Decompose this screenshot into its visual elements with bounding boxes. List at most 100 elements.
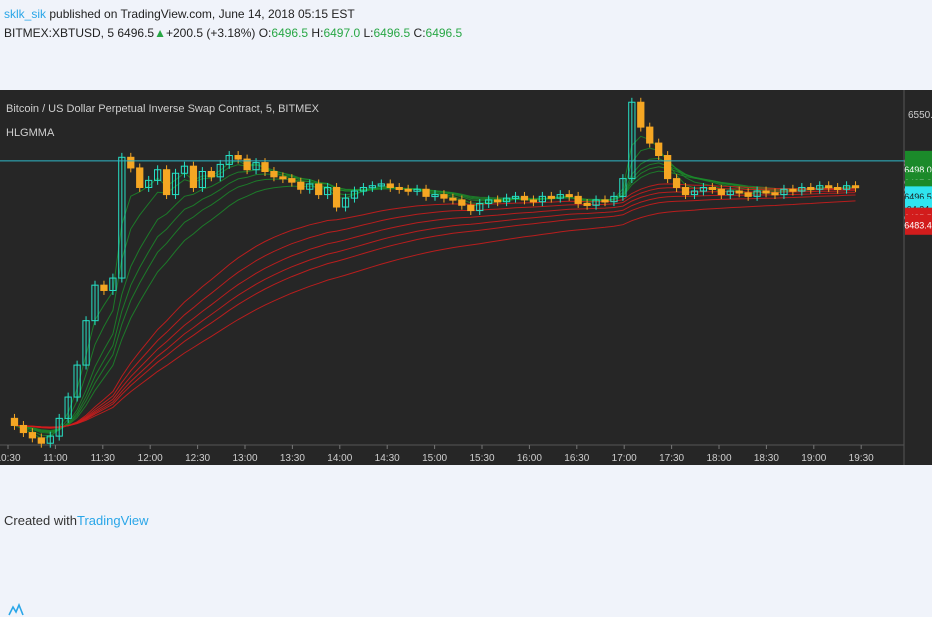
ma-line-15 — [14, 170, 856, 432]
ma-line-50 — [14, 194, 856, 428]
ma-line-40 — [14, 190, 856, 429]
candle — [288, 178, 296, 183]
created-with-text: Created with — [4, 513, 77, 528]
ma-line-45 — [14, 192, 856, 428]
candle — [440, 194, 448, 199]
x-tick-label: 17:30 — [659, 453, 684, 464]
candle — [735, 190, 743, 194]
x-tick-label: 13:30 — [280, 453, 305, 464]
x-tick-label: 11:00 — [43, 453, 68, 464]
candle — [100, 284, 108, 291]
x-tick-label: 19:00 — [801, 453, 826, 464]
ma-line-10 — [14, 162, 856, 433]
candle — [422, 188, 430, 197]
candle — [10, 417, 19, 426]
candle — [601, 199, 609, 203]
candle — [744, 192, 752, 197]
candle — [207, 171, 215, 178]
candle — [574, 195, 582, 204]
x-tick-label: 15:30 — [469, 453, 494, 464]
candle — [28, 432, 36, 439]
x-tick-label: 10:30 — [0, 453, 21, 464]
low-value: 6496.5 — [373, 26, 411, 40]
x-tick-label: 18:00 — [706, 453, 731, 464]
x-tick-label: 16:30 — [564, 453, 589, 464]
candle — [637, 101, 645, 128]
candle — [681, 186, 690, 196]
candle — [807, 186, 815, 190]
candle — [547, 195, 555, 199]
candle — [449, 197, 457, 201]
candle — [655, 142, 663, 157]
author-link[interactable]: sklk_sik — [4, 7, 46, 21]
candle — [825, 185, 833, 189]
candle — [279, 176, 287, 180]
candle — [297, 181, 305, 190]
high-value: 6497.0 — [323, 26, 361, 40]
tradingview-logo-icon — [8, 603, 24, 616]
candle — [386, 183, 394, 188]
footer: Created with TradingView — [4, 513, 149, 616]
x-tick-label: 18:30 — [754, 453, 779, 464]
x-tick-label: 14:30 — [375, 453, 400, 464]
candle — [404, 188, 412, 192]
candle — [467, 204, 475, 212]
publish-info: sklk_sik published on TradingView.com, J… — [4, 7, 355, 21]
candle — [762, 190, 770, 194]
candle — [529, 199, 538, 203]
candle — [672, 178, 681, 188]
open-value: 6496.5 — [271, 26, 309, 40]
x-tick-label: 16:00 — [517, 453, 542, 464]
candle — [834, 186, 842, 190]
ma-line-35 — [14, 187, 856, 429]
candle — [565, 194, 573, 198]
candle — [136, 167, 144, 188]
x-tick-label: 15:00 — [422, 453, 447, 464]
candle — [127, 156, 135, 169]
low-label: L: — [360, 26, 374, 40]
close-value: 6496.5 — [425, 26, 463, 40]
price-label: 6483.4 — [904, 220, 932, 230]
symbol-info: BITMEX:XBTUSD, 5 6496.5▲+200.5 (+3.18%) … — [4, 26, 462, 40]
up-arrow-icon: ▲ — [154, 26, 166, 40]
ma-line-60 — [14, 200, 856, 428]
x-tick-label: 12:30 — [185, 453, 210, 464]
candle — [19, 424, 28, 434]
candle — [332, 186, 341, 208]
candle — [771, 192, 779, 196]
symbol-name: BITMEX:XBTUSD, 5 — [4, 26, 115, 40]
x-tick-label: 14:00 — [327, 453, 352, 464]
x-tick-label: 17:00 — [612, 453, 637, 464]
candle — [315, 183, 323, 196]
candle — [189, 165, 198, 188]
candle — [37, 437, 45, 444]
candle — [664, 155, 672, 180]
price-change: +200.5 (+3.18%) — [165, 26, 256, 40]
candle — [851, 185, 860, 189]
open-label: O: — [255, 26, 272, 40]
candle — [583, 202, 591, 206]
candlestick-chart[interactable]: Bitcoin / US Dollar Perpetual Inverse Sw… — [0, 90, 932, 465]
tradingview-link[interactable]: TradingView — [77, 513, 149, 528]
candle — [708, 186, 716, 190]
publish-text: published on TradingView.com, June 14, 2… — [46, 7, 355, 21]
candle — [270, 171, 278, 178]
indicator-label: HLGMMA — [6, 127, 55, 139]
x-tick-label: 19:30 — [849, 453, 874, 464]
close-label: C: — [410, 26, 426, 40]
candle — [395, 186, 403, 190]
candle — [234, 155, 242, 160]
candle — [494, 199, 502, 203]
candle — [789, 188, 797, 192]
last-price: 6496.5 — [117, 26, 155, 40]
ma-line-12 — [14, 166, 856, 432]
x-tick-label: 13:00 — [232, 453, 257, 464]
chart-title: Bitcoin / US Dollar Perpetual Inverse Sw… — [6, 103, 320, 115]
y-tick-label: 6550.0 — [908, 110, 932, 121]
candle — [261, 162, 269, 173]
candle — [717, 188, 725, 196]
candle — [458, 199, 466, 206]
candle — [520, 195, 529, 201]
candle — [162, 169, 171, 196]
x-tick-label: 12:00 — [138, 453, 163, 464]
